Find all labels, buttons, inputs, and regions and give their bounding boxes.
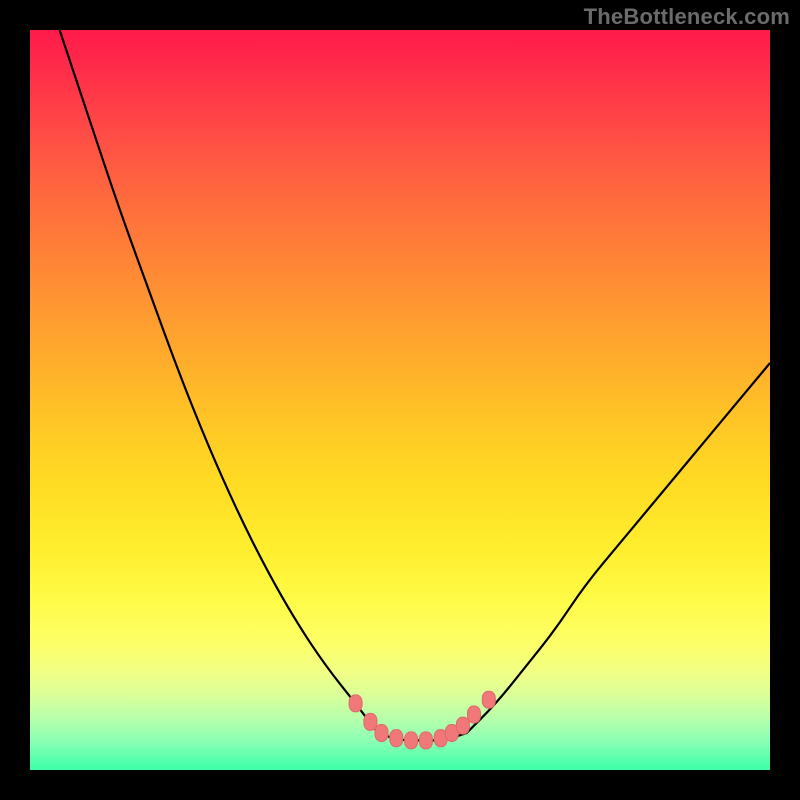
chart-frame: TheBottleneck.com [0, 0, 800, 800]
curve-path [60, 30, 770, 740]
marker-group [349, 691, 495, 749]
watermark-text: TheBottleneck.com [584, 4, 790, 30]
data-marker [349, 695, 362, 712]
data-marker [375, 725, 388, 742]
data-marker [405, 732, 418, 749]
data-marker [419, 732, 432, 749]
bottleneck-curve [60, 30, 770, 740]
data-marker [482, 691, 495, 708]
data-marker [468, 706, 481, 723]
data-marker [456, 717, 469, 734]
chart-svg-layer [30, 30, 770, 770]
data-marker [390, 730, 403, 747]
data-marker [364, 713, 377, 730]
